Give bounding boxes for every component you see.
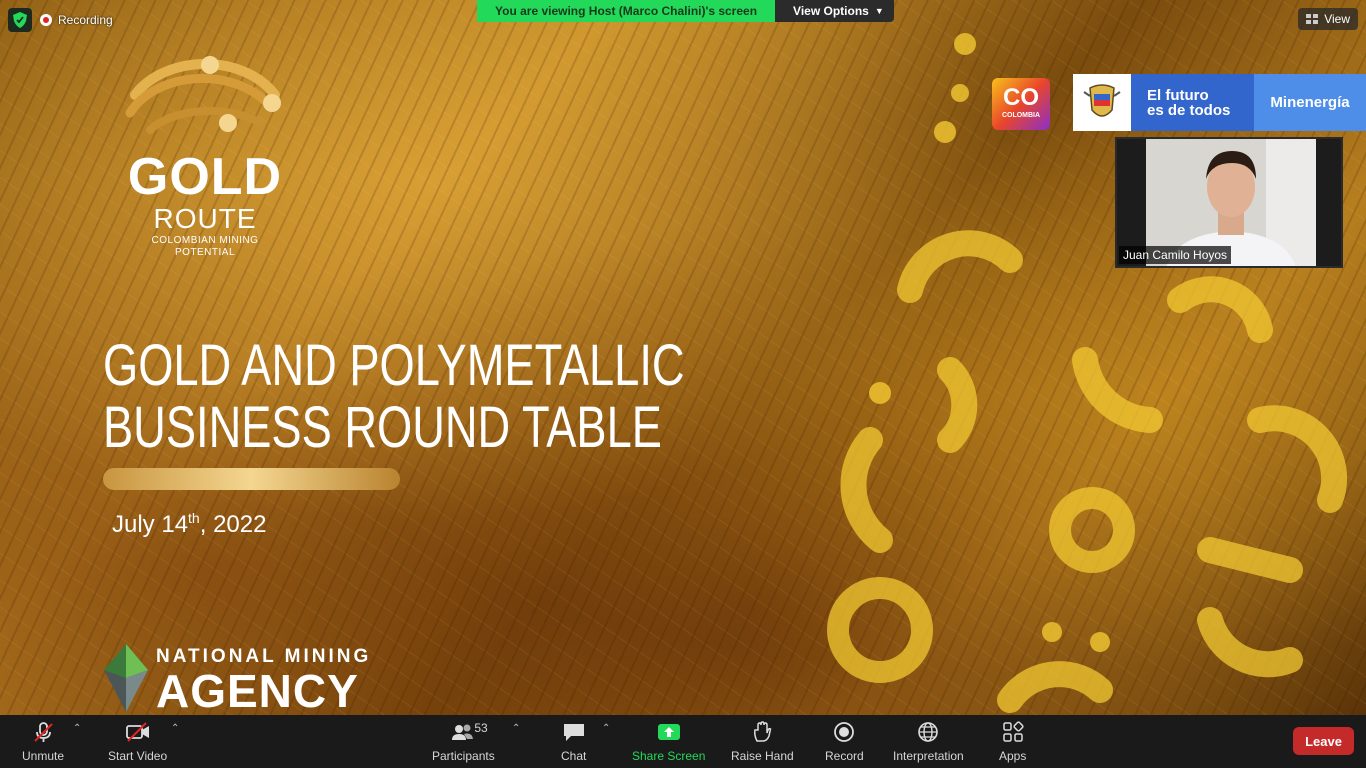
meeting-status: Recording (8, 8, 113, 32)
logo-tagline-line-2: POTENTIAL (174, 247, 236, 258)
share-screen-icon (657, 721, 681, 743)
logo-route-text: ROUTE (153, 203, 257, 234)
interpretation-button[interactable]: Interpretation (893, 721, 964, 765)
gold-route-emblem-icon (125, 56, 281, 134)
gov-slogan-line-1: El futuro (1147, 86, 1209, 104)
raise-hand-button[interactable]: Raise Hand (731, 721, 794, 765)
agency-name-bottom: AGENCY (156, 665, 359, 715)
view-label: View (1324, 12, 1350, 26)
share-screen-label: Share Screen (632, 749, 706, 763)
participants-icon: 53 (450, 721, 488, 743)
co-logo-text: CO (1003, 84, 1039, 111)
view-options-button[interactable]: View Options ▼ (775, 0, 894, 22)
raise-hand-icon (751, 721, 773, 743)
viewing-host-message: You are viewing Host (Marco Chalini)'s s… (477, 0, 776, 22)
recording-dot-icon (40, 14, 52, 26)
chat-caret-icon[interactable]: ⌃ (602, 723, 610, 734)
agency-crystal-icon (104, 644, 148, 712)
gold-route-logo: GOLD ROUTE COLOMBIAN MINING POTENTIAL (110, 35, 310, 265)
view-button[interactable]: View (1298, 8, 1358, 30)
view-options-label: View Options (793, 4, 869, 18)
chat-label: Chat (561, 749, 587, 763)
security-shield-icon[interactable] (8, 8, 32, 32)
apps-label: Apps (999, 749, 1027, 763)
date-suffix: th (188, 510, 200, 526)
raise-hand-label: Raise Hand (731, 749, 794, 763)
meeting-toolbar: Unmute ⌃ Start Video ⌃ 53 Participants ⌃… (0, 715, 1366, 768)
unmute-button[interactable]: Unmute (22, 721, 64, 765)
participants-label: Participants (432, 749, 495, 763)
grid-view-icon (1306, 14, 1319, 24)
muted-mic-icon (32, 721, 54, 743)
government-banner: El futuro es de todos Minenergía (1073, 74, 1366, 131)
date-year: , 2022 (199, 511, 267, 538)
slide-headline: GOLD AND POLYMETALLIC BUSINESS ROUND TAB… (103, 335, 685, 459)
coat-of-arms-icon (1073, 74, 1131, 131)
co-logo-subtext: COLOMBIA (1001, 112, 1041, 119)
participants-count: 53 (474, 721, 488, 735)
globe-icon (917, 721, 939, 743)
colombia-co-logo: CO COLOMBIA (992, 78, 1050, 130)
headline-line-1: GOLD AND POLYMETALLIC (103, 333, 685, 398)
headline-line-2: BUSINESS ROUND TABLE (103, 395, 662, 460)
chat-bubble-icon (562, 721, 586, 743)
logo-tagline: COLOMBIAN MINING POTENTIAL (110, 235, 300, 259)
start-video-label: Start Video (108, 749, 168, 763)
video-options-caret-icon[interactable]: ⌃ (171, 723, 179, 734)
apps-button[interactable]: Apps (999, 721, 1026, 765)
shared-screen: GOLD ROUTE COLOMBIAN MINING POTENTIAL GO… (0, 0, 1366, 715)
logo-tagline-line-1: COLOMBIAN MINING (151, 235, 259, 246)
record-icon (833, 721, 855, 743)
recording-label: Recording (58, 13, 113, 27)
record-label: Record (825, 749, 864, 763)
chat-button[interactable]: Chat (561, 721, 586, 765)
recording-indicator[interactable]: Recording (40, 13, 113, 27)
apps-icon (1002, 721, 1024, 743)
screen-share-banner: You are viewing Host (Marco Chalini)'s s… (477, 0, 894, 22)
participants-caret-icon[interactable]: ⌃ (512, 723, 520, 734)
participant-video-tile[interactable]: Juan Camilo Hoyos (1115, 137, 1343, 268)
slide-date: July 14th, 2022 (112, 510, 266, 539)
video-off-icon (125, 721, 151, 743)
date-main: July 14 (112, 511, 189, 538)
gov-ministry: Minenergía (1254, 74, 1366, 131)
colombia-seal-icon (1083, 83, 1121, 117)
interpretation-label: Interpretation (893, 749, 964, 763)
gov-slogan-line-2: es de todos (1147, 101, 1231, 119)
audio-options-caret-icon[interactable]: ⌃ (73, 723, 81, 734)
gov-slogan: El futuro es de todos (1131, 74, 1254, 131)
participant-name-label: Juan Camilo Hoyos (1119, 246, 1232, 264)
start-video-button[interactable]: Start Video (108, 721, 167, 765)
record-button[interactable]: Record (825, 721, 864, 765)
chevron-down-icon: ▼ (874, 6, 884, 16)
participants-button[interactable]: 53 Participants (432, 721, 495, 765)
share-screen-button[interactable]: Share Screen (632, 721, 705, 765)
leave-button[interactable]: Leave (1293, 727, 1354, 755)
unmute-label: Unmute (22, 749, 65, 763)
logo-gold-text: GOLD (127, 148, 283, 206)
gold-divider-bar (103, 468, 400, 490)
